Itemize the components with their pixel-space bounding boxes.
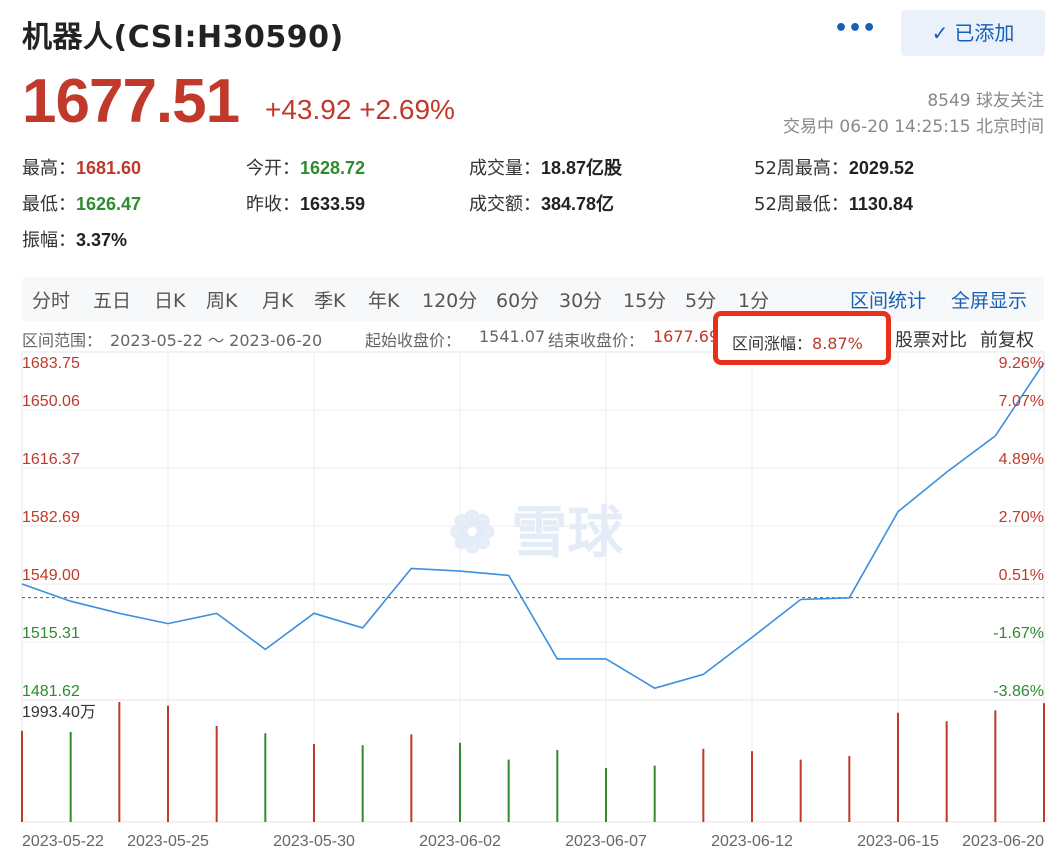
x-tick-label: 2023-06-07: [565, 833, 647, 850]
pct-tick-label: 0.51%: [999, 567, 1044, 584]
x-tick-label: 2023-06-02: [419, 833, 501, 850]
pct-tick-label: -3.86%: [993, 683, 1044, 700]
pct-tick-label: 7.07%: [999, 393, 1044, 410]
y-tick-label: 1481.62: [22, 683, 80, 700]
stock-compare-button[interactable]: 股票对比: [895, 326, 967, 352]
y-tick-label: 1549.00: [22, 567, 80, 584]
adjust-button[interactable]: 前复权: [980, 326, 1034, 352]
chart-frame: [21, 351, 1045, 823]
x-tick-label: 2023-06-15: [857, 833, 939, 850]
volume-bars: [21, 702, 1045, 822]
y-tick-label: 1616.37: [22, 451, 80, 468]
x-axis-labels: 2023-05-22 2023-05-25 2023-05-30 2023-06-02…: [22, 833, 1044, 850]
pct-tick-label: 2.70%: [999, 509, 1044, 526]
range-change-highlight: 区间涨幅：8.87%: [713, 311, 891, 365]
volume-max-label: 1993.40万: [22, 704, 96, 721]
y-axis-labels: 1683.75 1650.06 1616.37 1582.69 1549.00 1515.…: [22, 355, 80, 700]
price-chart[interactable]: ❁ 雪球 1683.75 1650.06 1616.37 1582.69 1549.00…: [0, 0, 1058, 862]
x-tick-label: 2023-06-12: [711, 833, 793, 850]
pct-tick-label: 4.89%: [999, 451, 1044, 468]
pct-tick-label: -1.67%: [993, 625, 1044, 642]
x-tick-label: 2023-05-30: [273, 833, 355, 850]
x-tick-label: 2023-05-22: [22, 833, 104, 850]
x-tick-label: 2023-06-20: [962, 833, 1044, 850]
chart-grid: [21, 351, 1045, 823]
y-tick-label: 1683.75: [22, 355, 80, 372]
y-tick-label: 1515.31: [22, 625, 80, 642]
pct-axis-labels: 9.26% 7.07% 4.89% 2.70% 0.51% -1.67% -3.86%: [993, 355, 1044, 700]
pct-tick-label: 9.26%: [999, 355, 1044, 372]
range-change-value: 8.87%: [812, 334, 863, 353]
y-tick-label: 1582.69: [22, 509, 80, 526]
y-tick-label: 1650.06: [22, 393, 80, 410]
x-tick-label: 2023-05-25: [127, 833, 209, 850]
range-change-label: 区间涨幅：: [732, 334, 813, 353]
watermark-logo: ❁ 雪球: [449, 501, 624, 564]
